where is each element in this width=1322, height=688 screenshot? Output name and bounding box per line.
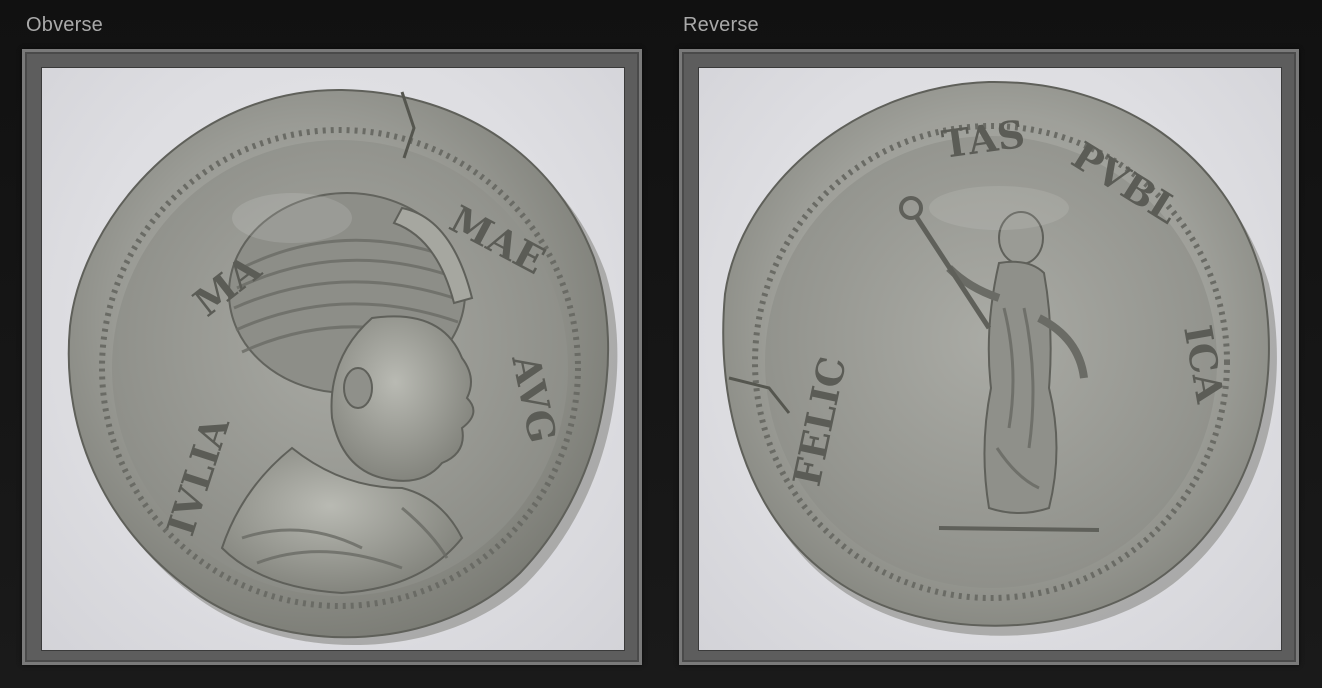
obverse-coin-image: IVLIA MA MAE AVG bbox=[67, 88, 618, 646]
reverse-label: Reverse bbox=[683, 14, 759, 36]
reverse-image-frame[interactable]: FELIC TAS PVBL ICA bbox=[679, 49, 1299, 665]
obverse-image-frame[interactable]: IVLIA MA MAE AVG bbox=[22, 49, 642, 665]
reverse-coin-image: FELIC TAS PVBL ICA bbox=[722, 80, 1277, 636]
obverse-photo[interactable]: IVLIA MA MAE AVG bbox=[41, 67, 625, 651]
coin-image-viewer: Obverse Reverse IVLIA MA MAE AVG FELIC T… bbox=[0, 0, 1322, 688]
obverse-label: Obverse bbox=[26, 14, 103, 36]
reverse-photo[interactable]: FELIC TAS PVBL ICA bbox=[698, 67, 1282, 651]
